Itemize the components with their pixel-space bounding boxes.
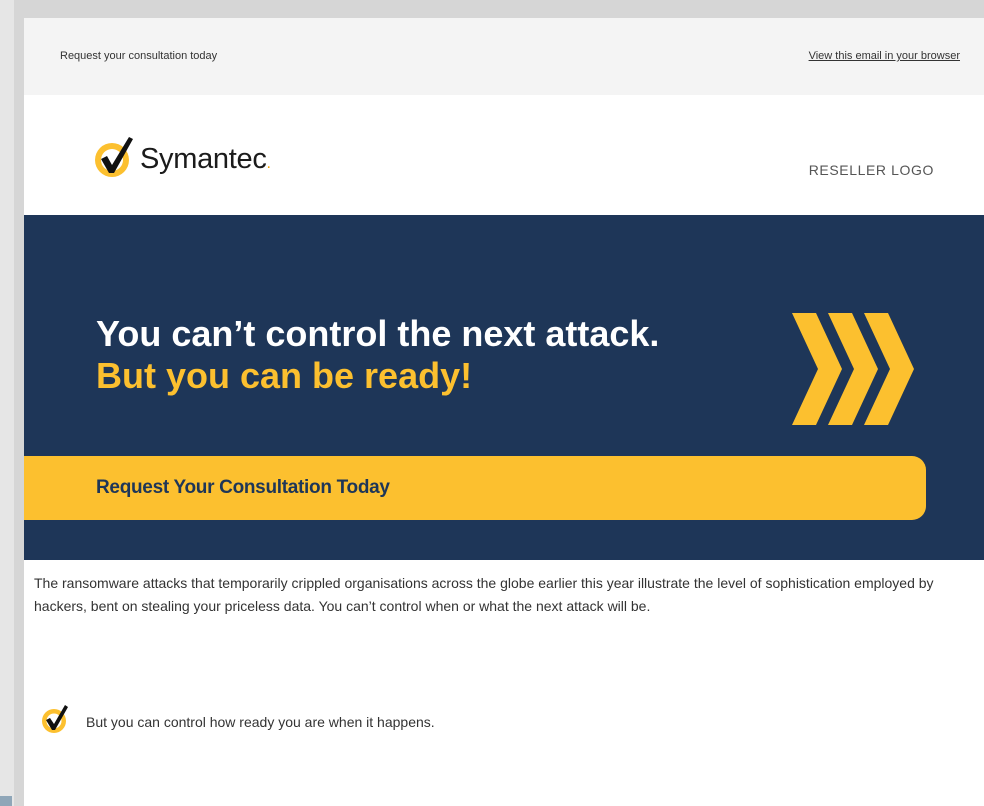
headline-line-1: You can’t control the next attack. (96, 313, 660, 354)
edge-marker (0, 796, 12, 806)
checkmark-circle-icon (92, 135, 136, 184)
email-container: Request your consultation today View thi… (24, 18, 984, 806)
brand-text: Symantec (140, 143, 267, 175)
view-in-browser-link[interactable]: View this email in your browser (809, 50, 960, 62)
preheader-text: Request your consultation today (60, 50, 218, 62)
reseller-logo[interactable]: RESELLER LOGO (809, 162, 934, 178)
brand-name: Symantec. (140, 143, 271, 176)
logo-bar: Symantec. RESELLER LOGO (24, 95, 984, 215)
headline-line-2: But you can be ready! (96, 355, 473, 396)
triple-chevron-icon (790, 313, 920, 430)
bullet-text: But you can control how ready you are wh… (86, 713, 435, 730)
window-edge (0, 0, 14, 806)
cta-label: Request Your Consultation Today (96, 477, 390, 498)
brand-suffix: . (266, 155, 271, 172)
checkmark-circle-icon (40, 704, 70, 739)
preheader: Request your consultation today View thi… (24, 18, 984, 95)
hero-headline: You can’t control the next attack. But y… (96, 313, 659, 397)
symantec-logo[interactable]: Symantec. (92, 135, 271, 184)
bullet-item: But you can control how ready you are wh… (40, 704, 435, 739)
request-consultation-button[interactable]: Request Your Consultation Today (24, 456, 926, 520)
hero-banner: You can’t control the next attack. But y… (24, 215, 984, 560)
body-paragraph: The ransomware attacks that temporarily … (34, 575, 934, 614)
